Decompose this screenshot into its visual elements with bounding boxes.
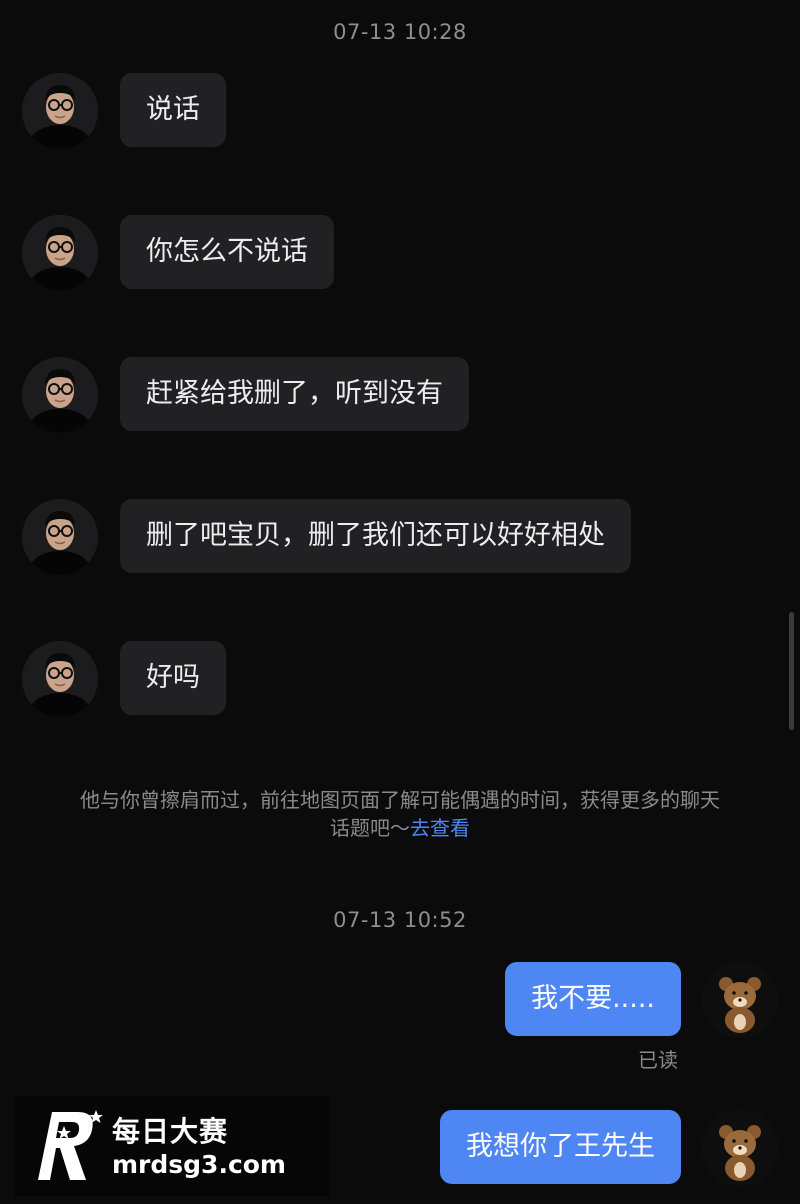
contact-avatar[interactable] [22, 357, 98, 433]
my-avatar[interactable] [702, 962, 778, 1038]
man-avatar-icon [22, 641, 98, 717]
contact-avatar[interactable] [22, 499, 98, 575]
read-receipt: 已读 [638, 1048, 678, 1072]
notice-text: 他与你曾擦肩而过，前往地图页面了解可能偶遇的时间，获得更多的聊天话题吧～ [80, 788, 720, 840]
man-avatar-icon [22, 499, 98, 575]
view-map-link[interactable]: 去查看 [410, 816, 470, 840]
r-star-logo-icon [38, 1110, 103, 1180]
man-avatar-icon [22, 215, 98, 291]
watermark-url: mrdsg3.com [112, 1150, 286, 1179]
incoming-message[interactable]: 说话 [120, 73, 226, 147]
outgoing-message[interactable]: 我不要..... [505, 962, 681, 1036]
man-avatar-icon [22, 357, 98, 433]
my-avatar[interactable] [702, 1110, 778, 1186]
bear-avatar-icon [702, 962, 778, 1038]
incoming-message[interactable]: 删了吧宝贝，删了我们还可以好好相处 [120, 499, 631, 573]
encounter-notice: 他与你曾擦肩而过，前往地图页面了解可能偶遇的时间，获得更多的聊天话题吧～去查看 [80, 786, 720, 842]
scrollbar[interactable] [789, 612, 794, 730]
outgoing-message[interactable]: 我想你了王先生 [440, 1110, 681, 1184]
contact-avatar[interactable] [22, 73, 98, 149]
site-watermark: 每日大赛 mrdsg3.com [14, 1096, 330, 1196]
incoming-message[interactable]: 好吗 [120, 641, 226, 715]
timestamp: 07-13 10:28 [333, 20, 467, 44]
bear-avatar-icon [702, 1110, 778, 1186]
man-avatar-icon [22, 73, 98, 149]
contact-avatar[interactable] [22, 641, 98, 717]
timestamp: 07-13 10:52 [333, 908, 467, 932]
incoming-message[interactable]: 你怎么不说话 [120, 215, 334, 289]
watermark-name: 每日大赛 [112, 1115, 229, 1148]
contact-avatar[interactable] [22, 215, 98, 291]
incoming-message[interactable]: 赶紧给我删了，听到没有 [120, 357, 469, 431]
